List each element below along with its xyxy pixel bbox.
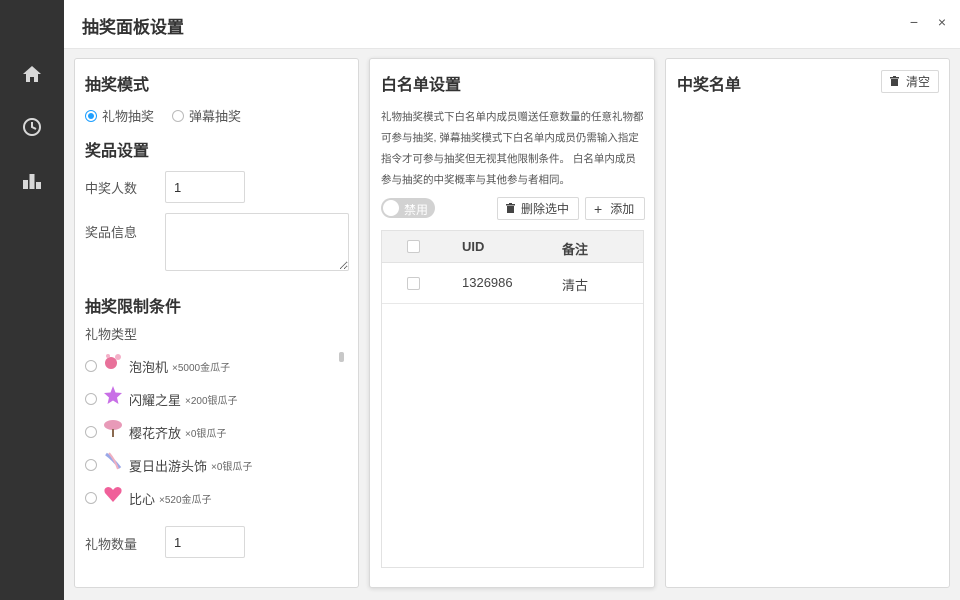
note-column-header: 备注 (562, 242, 589, 257)
prize-info-label: 奖品信息 (85, 225, 138, 240)
lottery-settings-panel: 抽奖模式 礼物抽奖 弹幕抽奖 奖品设置 中奖人数 奖品信息 抽奖限制条件 礼物类… (74, 58, 359, 588)
heart-icon (103, 484, 123, 504)
sidebar (0, 0, 64, 600)
chart-icon[interactable] (22, 171, 42, 191)
gift-count-input[interactable] (165, 526, 245, 558)
winners-panel: 中奖名单 清空 (665, 58, 950, 588)
bubble-machine-icon (103, 352, 123, 372)
gift-price: ×0银瓜子 (211, 461, 253, 473)
mode-option-gift[interactable]: 礼物抽奖 (85, 106, 154, 125)
table-header: UID 备注 (382, 231, 643, 263)
gift-name: 泡泡机 (129, 359, 169, 375)
gift-option[interactable]: 泡泡机 ×5000金瓜子 (85, 354, 230, 378)
prize-settings-title: 奖品设置 (85, 143, 150, 160)
whitelist-toggle[interactable]: 禁用 (381, 198, 435, 218)
gift-radio[interactable] (85, 393, 97, 405)
cherry-blossom-icon (103, 418, 123, 438)
add-label: 添加 (610, 202, 635, 216)
danmaku-mode-radio[interactable] (172, 109, 184, 122)
mode-option-danmaku[interactable]: 弹幕抽奖 (172, 106, 241, 125)
table-row[interactable]: 1326986 清古 (382, 263, 643, 304)
title-bar: 抽奖面板设置 − × (64, 0, 960, 49)
gift-price: ×5000金瓜子 (172, 362, 231, 374)
gift-price: ×200银瓜子 (185, 395, 238, 407)
mode-title: 抽奖模式 (85, 77, 150, 94)
gift-name: 比心 (129, 491, 156, 507)
gift-radio[interactable] (85, 492, 97, 504)
whitelist-table: UID 备注 1326986 清古 (381, 230, 644, 568)
gift-mode-radio[interactable] (85, 109, 97, 122)
home-icon[interactable] (22, 64, 42, 84)
whitelist-title: 白名单设置 (381, 77, 462, 94)
clock-icon[interactable] (22, 117, 42, 137)
winner-count-label: 中奖人数 (85, 181, 138, 196)
toggle-label: 禁用 (404, 203, 429, 217)
gift-mode-label: 礼物抽奖 (102, 109, 155, 124)
gift-radio[interactable] (85, 459, 97, 471)
close-button[interactable]: × (932, 12, 952, 32)
gift-radio[interactable] (85, 360, 97, 372)
row-note: 清古 (562, 278, 589, 293)
gift-name: 夏日出游头饰 (129, 458, 208, 474)
whitelist-description: 礼物抽奖模式下白名单内成员赠送任意数量的任意礼物都可参与抽奖, 弹幕抽奖模式下白… (381, 111, 644, 186)
shining-star-icon (103, 385, 123, 405)
page-title: 抽奖面板设置 (82, 18, 184, 37)
whitelist-panel: 白名单设置 礼物抽奖模式下白名单内成员赠送任意数量的任意礼物都可参与抽奖, 弹幕… (369, 58, 655, 588)
trash-icon (890, 75, 899, 89)
gift-name: 樱花齐放 (129, 425, 182, 441)
prize-info-textarea[interactable] (165, 213, 349, 271)
plus-icon: + (594, 200, 603, 217)
gift-radio[interactable] (85, 426, 97, 438)
gift-price: ×520金瓜子 (159, 494, 212, 506)
select-all-checkbox[interactable] (407, 240, 420, 253)
gift-name: 闪耀之星 (129, 392, 182, 408)
winners-title: 中奖名单 (677, 77, 742, 94)
gift-price: ×0银瓜子 (185, 428, 227, 440)
gift-option[interactable]: 樱花齐放 ×0银瓜子 (85, 420, 226, 444)
trash-icon (506, 202, 515, 216)
add-button[interactable]: + 添加 (585, 197, 645, 220)
delete-selected-button[interactable]: 删除选中 (497, 197, 579, 220)
summer-headwear-icon (103, 451, 123, 471)
toggle-knob (383, 200, 399, 216)
gift-type-label: 礼物类型 (85, 327, 138, 342)
clear-label: 清空 (906, 75, 931, 89)
gift-option[interactable]: 夏日出游头饰 ×0银瓜子 (85, 451, 253, 477)
row-uid: 1326986 (462, 275, 513, 290)
danmaku-mode-label: 弹幕抽奖 (189, 109, 242, 124)
gift-count-label: 礼物数量 (85, 537, 138, 552)
gift-option[interactable]: 闪耀之星 ×200银瓜子 (85, 385, 238, 411)
delete-selected-label: 删除选中 (521, 202, 570, 216)
minimize-button[interactable]: − (904, 12, 924, 32)
gift-list-scrollbar[interactable] (339, 352, 344, 362)
limit-conditions-title: 抽奖限制条件 (85, 299, 182, 316)
gift-option[interactable]: 比心 ×520金瓜子 (85, 486, 212, 510)
winner-count-input[interactable] (165, 171, 245, 203)
row-checkbox[interactable] (407, 277, 420, 290)
clear-button[interactable]: 清空 (881, 70, 939, 93)
uid-column-header: UID (462, 239, 485, 254)
